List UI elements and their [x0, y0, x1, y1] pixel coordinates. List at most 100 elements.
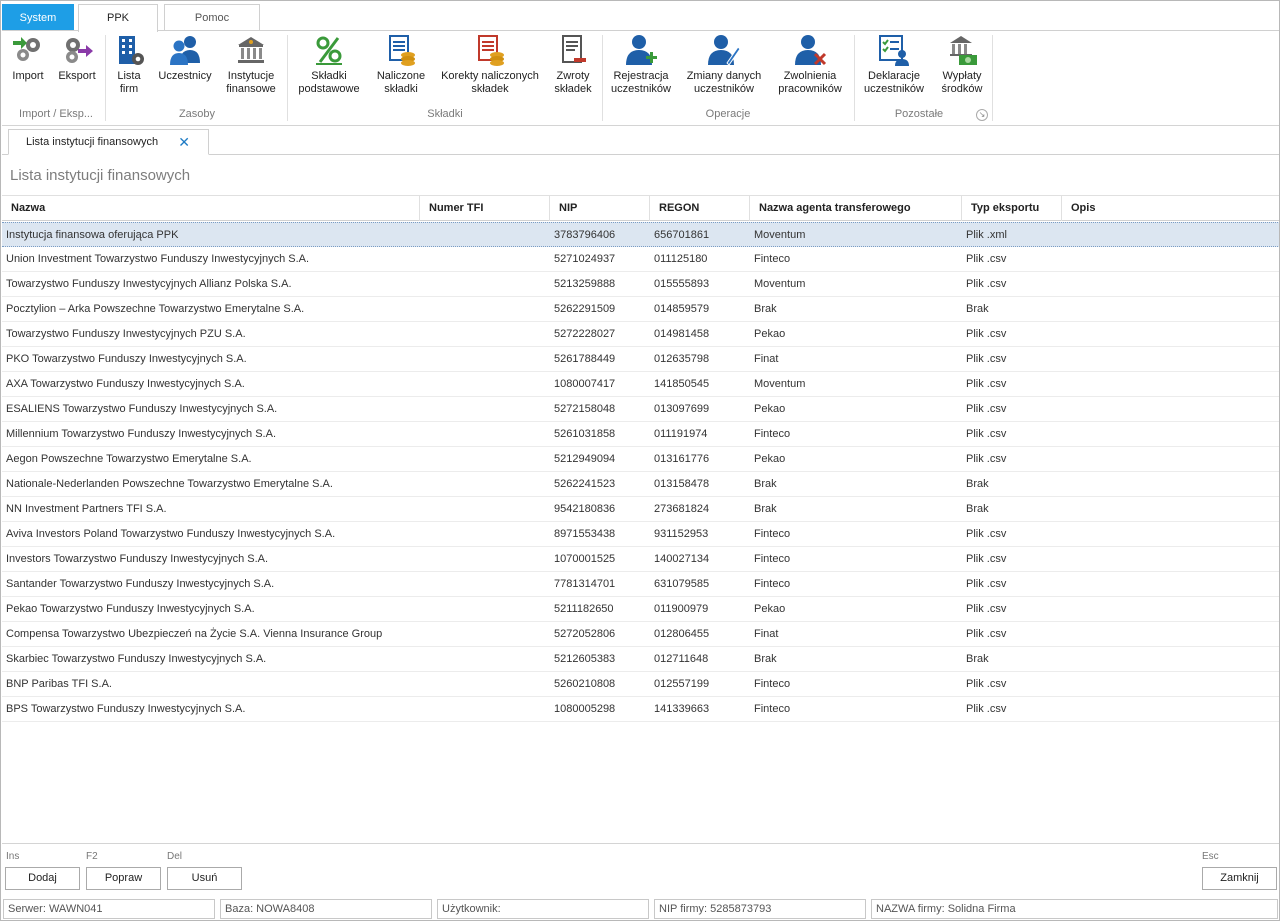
table-row[interactable]: Instytucja finansowa oferująca PPK 378379…: [2, 222, 1279, 247]
column-header-agent[interactable]: Nazwa agenta transferowego: [750, 196, 962, 221]
table-row[interactable]: BNP Paribas TFI S.A. 5260210808 012557199 F…: [2, 672, 1279, 697]
cell-regon: 011900979: [654, 603, 709, 615]
table-row[interactable]: Pocztylion – Arka Powszechne Towarzystwo…: [2, 297, 1279, 322]
table-row[interactable]: Aegon Powszechne Towarzystwo Emerytalne …: [2, 447, 1279, 472]
cell-nazwa: Compensa Towarzystwo Ubezpieczeń na Życi…: [6, 628, 383, 640]
table-row[interactable]: Millennium Towarzystwo Funduszy Inwestyc…: [2, 422, 1279, 447]
column-header-nazwa[interactable]: Nazwa: [2, 196, 420, 221]
cell-typ-eksportu: Plik .csv: [966, 428, 1007, 440]
ribbon-tabs: System PPK Pomoc: [2, 4, 1279, 32]
group-label-operacje: Operacje: [705, 108, 751, 120]
cell-nazwa: Instytucja finansowa oferująca PPK: [6, 229, 179, 241]
dodaj-button[interactable]: Dodaj: [5, 867, 80, 890]
import-button[interactable]: Import: [7, 33, 49, 83]
cell-opis: [1066, 672, 1276, 696]
close-icon[interactable]: ✕: [178, 130, 190, 155]
naliczone-label-1: Naliczone: [376, 70, 426, 82]
cell-nazwa: NN Investment Partners TFI S.A.: [6, 503, 167, 515]
cell-regon: 011191974: [654, 428, 708, 440]
zmiany-label-2: uczestników: [694, 83, 754, 95]
table-row[interactable]: PKO Towarzystwo Funduszy Inwestycyjnych …: [2, 347, 1279, 372]
rejestracja-uczestnikow-button[interactable]: Rejestracja uczestników: [606, 33, 676, 96]
table-row[interactable]: Pekao Towarzystwo Funduszy Inwestycyjnyc…: [2, 597, 1279, 622]
table-row[interactable]: Towarzystwo Funduszy Inwestycyjnych Alli…: [2, 272, 1279, 297]
wyplaty-label-1: Wypłaty: [942, 70, 982, 82]
cell-numer-tfi: [429, 223, 544, 247]
cell-opis: [1066, 223, 1276, 247]
zamknij-button[interactable]: Zamknij: [1202, 867, 1277, 890]
cell-agent: Finat: [754, 353, 779, 365]
tab-lista-instytucji[interactable]: Lista instytucji finansowych ✕: [8, 129, 209, 155]
cell-nip: 5260210808: [554, 678, 616, 690]
column-header-opis[interactable]: Opis: [1062, 196, 1279, 221]
table-row[interactable]: BPS Towarzystwo Funduszy Inwestycyjnych …: [2, 697, 1279, 722]
zmiany-danych-uczestnikow-button[interactable]: Zmiany danych uczestników: [682, 33, 766, 96]
cell-agent: Pekao: [754, 328, 786, 340]
popraw-button[interactable]: Popraw: [86, 867, 161, 890]
cell-nazwa: Santander Towarzystwo Funduszy Inwestycy…: [6, 578, 275, 590]
korekty-label-2: składek: [471, 83, 509, 95]
table-row[interactable]: Skarbiec Towarzystwo Funduszy Inwestycyj…: [2, 647, 1279, 672]
cell-regon: 013097699: [654, 403, 710, 415]
cell-opis: [1066, 472, 1276, 496]
naliczone-skladki-button[interactable]: Naliczone składki: [372, 33, 430, 96]
group-label-zasoby: Zasoby: [178, 108, 216, 120]
table-row[interactable]: Union Investment Towarzystwo Funduszy In…: [2, 247, 1279, 272]
korekty-naliczonych-skladek-button[interactable]: Korekty naliczonych składek: [436, 33, 544, 96]
instytucje-finansowe-button[interactable]: Instytucje finansowe: [221, 33, 281, 96]
cell-regon: 013161776: [654, 453, 710, 465]
column-header-regon[interactable]: REGON: [650, 196, 750, 221]
zwroty-label-2: składek: [554, 83, 592, 95]
column-header-nip[interactable]: NIP: [550, 196, 650, 221]
cell-typ-eksportu: Brak: [966, 303, 989, 315]
uczestnicy-button[interactable]: Uczestnicy: [155, 33, 215, 83]
cell-nip: 1080005298: [554, 703, 616, 715]
table-row[interactable]: ESALIENS Towarzystwo Funduszy Inwestycyj…: [2, 397, 1279, 422]
tab-pomoc[interactable]: Pomoc: [164, 4, 260, 31]
zwroty-skladek-button[interactable]: Zwroty składek: [548, 33, 598, 96]
lista-firm-button[interactable]: Lista firm: [110, 33, 148, 96]
usun-button[interactable]: Usuń: [167, 867, 242, 890]
table-row[interactable]: Santander Towarzystwo Funduszy Inwestycy…: [2, 572, 1279, 597]
eksport-button[interactable]: Eksport: [55, 33, 99, 83]
cell-typ-eksportu: Plik .csv: [966, 553, 1007, 565]
cell-agent: Finteco: [754, 253, 791, 265]
cell-typ-eksportu: Plik .csv: [966, 628, 1007, 640]
table-row[interactable]: AXA Towarzystwo Funduszy Inwestycyjnych …: [2, 372, 1279, 397]
group-launcher-icon[interactable]: ↘: [976, 109, 988, 121]
page-title: Lista instytucji finansowych: [10, 167, 191, 184]
zwolnienia-pracownikow-button[interactable]: Zwolnienia pracowników: [772, 33, 848, 96]
table-row[interactable]: NN Investment Partners TFI S.A. 954218083…: [2, 497, 1279, 522]
skladki-podstawowe-button[interactable]: Składki podstawowe: [292, 33, 366, 96]
table-row[interactable]: Aviva Investors Poland Towarzystwo Fundu…: [2, 522, 1279, 547]
cell-agent: Brak: [754, 478, 777, 490]
wyplaty-srodkow-button[interactable]: Wypłaty środków: [935, 33, 989, 96]
group-label-import-eksport: Import / Eksp...: [19, 108, 93, 120]
cell-numer-tfi: [429, 397, 544, 421]
table-row[interactable]: Compensa Towarzystwo Ubezpieczeń na Życi…: [2, 622, 1279, 647]
cell-agent: Moventum: [754, 278, 806, 290]
cell-typ-eksportu: Plik .csv: [966, 328, 1007, 340]
column-header-typ-eksportu[interactable]: Typ eksportu: [962, 196, 1062, 221]
bank-icon: [234, 33, 268, 67]
skladki-podstawowe-label-2: podstawowe: [298, 83, 360, 95]
cell-opis: [1066, 247, 1276, 271]
cell-agent: Finteco: [754, 678, 791, 690]
column-header-numer-tfi[interactable]: Numer TFI: [420, 196, 550, 221]
hotkey-f2: F2: [86, 851, 98, 862]
cell-agent: Finteco: [754, 428, 791, 440]
table-row[interactable]: Nationale-Nederlanden Powszechne Towarzy…: [2, 472, 1279, 497]
tab-system[interactable]: System: [2, 4, 74, 31]
user-remove-icon: [793, 33, 827, 67]
deklaracje-uczestnikow-button[interactable]: Deklaracje uczestników: [859, 33, 929, 96]
table-row[interactable]: Towarzystwo Funduszy Inwestycyjnych PZU …: [2, 322, 1279, 347]
table-row[interactable]: Investors Towarzystwo Funduszy Inwestycy…: [2, 547, 1279, 572]
bottom-divider: [2, 843, 1279, 844]
cell-typ-eksportu: Plik .csv: [966, 678, 1007, 690]
tab-ppk[interactable]: PPK: [78, 4, 158, 32]
cell-nip: 5272228027: [554, 328, 616, 340]
status-baza: Baza: NOWA8408: [220, 899, 432, 919]
cell-numer-tfi: [429, 522, 544, 546]
cell-agent: Moventum: [754, 378, 806, 390]
cell-nip: 5272052806: [554, 628, 616, 640]
